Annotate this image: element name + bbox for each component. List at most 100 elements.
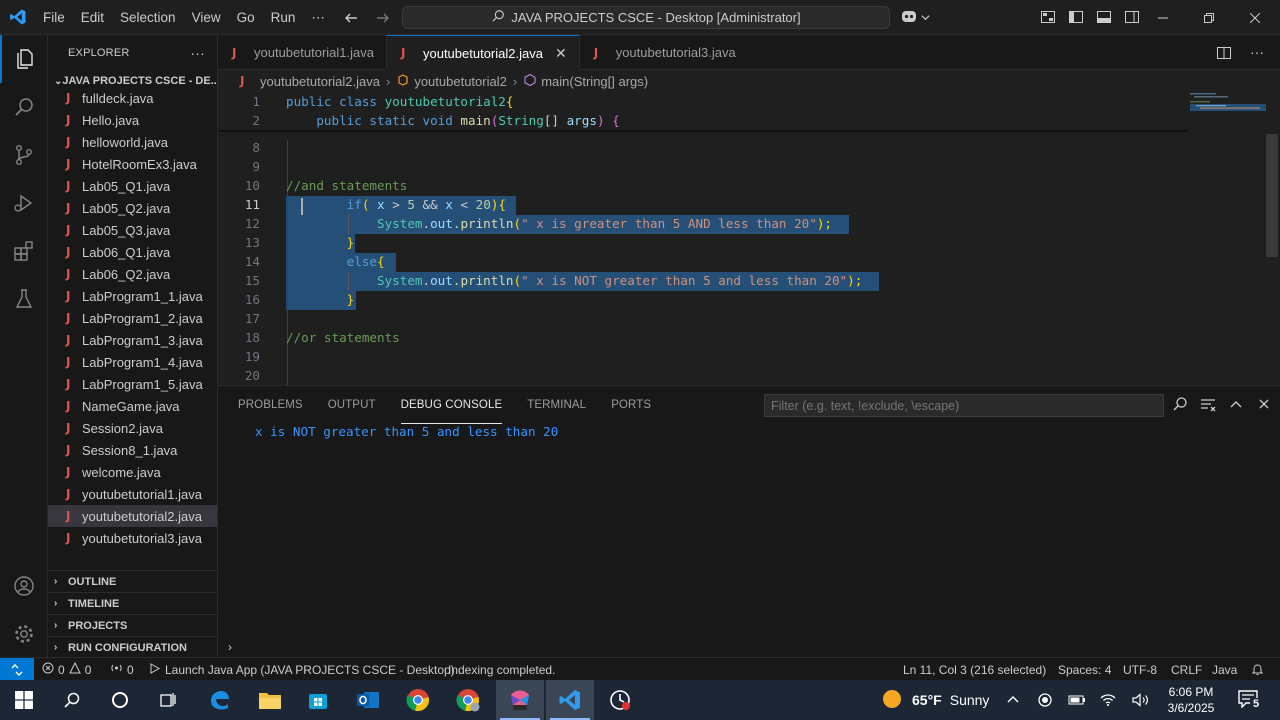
file-item[interactable]: Jwelcome.java (48, 461, 217, 483)
menu-selection[interactable]: Selection (112, 0, 184, 35)
system-clock[interactable]: 6:06 PM 3/6/2025 (1160, 684, 1222, 716)
indexing-status[interactable]: Indexing completed. (448, 658, 555, 681)
extensions-icon[interactable] (0, 227, 48, 275)
tab-ports[interactable]: PORTS (611, 386, 651, 424)
file-item[interactable]: J NameGame.java (48, 395, 217, 417)
tab-terminal[interactable]: TERMINAL (527, 386, 586, 424)
eol-status[interactable]: CRLF (1171, 658, 1202, 681)
tab-debug-console[interactable]: DEBUG CONSOLE (400, 386, 503, 424)
chrome-profile-icon[interactable] (444, 680, 492, 720)
file-item[interactable]: J LabProgram1_4.java (48, 351, 217, 373)
tab-youtubetutorial1[interactable]: J youtubetutorial1.java (218, 35, 387, 70)
file-item[interactable]: Jhelloworld.java (48, 131, 217, 153)
file-item[interactable]: Jyoutubetutorial1.java (48, 483, 217, 505)
battery-icon[interactable] (1068, 680, 1086, 720)
file-item[interactable]: J LabProgram1_2.java (48, 307, 217, 329)
outlook-icon[interactable] (344, 680, 392, 720)
console-filter-input[interactable] (764, 394, 1164, 417)
chrome-icon[interactable] (394, 680, 442, 720)
office-365-icon[interactable] (496, 680, 544, 720)
encoding-status[interactable]: UTF-8 (1123, 658, 1157, 681)
projects-section[interactable]: › PROJECTS (48, 614, 217, 636)
file-item[interactable]: Jyoutubetutorial3.java (48, 527, 217, 549)
store-app-icon[interactable] (294, 680, 342, 720)
file-item[interactable]: J Hello.java (48, 109, 217, 131)
file-item[interactable]: J HotelRoomEx3.java (48, 153, 217, 175)
file-item[interactable]: J LabProgram1_3.java (48, 329, 217, 351)
customize-layout-icon[interactable] (1040, 9, 1056, 28)
run-configuration-section[interactable]: › RUN CONFIGURATION (48, 636, 217, 657)
menu-edit[interactable]: Edit (73, 0, 112, 35)
timeline-section[interactable]: › TIMELINE (48, 592, 217, 614)
task-view-icon[interactable] (144, 680, 192, 720)
volume-icon[interactable] (1132, 680, 1150, 720)
menu-file[interactable]: File (35, 0, 73, 35)
file-item[interactable]: J Lab05_Q2.java (48, 197, 217, 219)
menu-more[interactable]: ⋯ (303, 0, 333, 35)
clear-console-icon[interactable] (1200, 396, 1216, 415)
file-item[interactable]: J LabProgram1_1.java (48, 285, 217, 307)
copilot-menu[interactable] (900, 8, 930, 27)
tab-youtubetutorial2[interactable]: J youtubetutorial2.java ✕ (386, 35, 580, 70)
file-item[interactable]: J Lab05_Q1.java (48, 175, 217, 197)
source-control-icon[interactable] (0, 131, 48, 179)
minimize-window-icon[interactable] (1140, 0, 1186, 35)
remote-indicator-icon[interactable] (0, 658, 34, 681)
windows-start-icon[interactable] (0, 680, 48, 720)
manage-gear-icon[interactable] (0, 610, 48, 658)
maximize-panel-icon[interactable] (1228, 396, 1244, 415)
indentation-status[interactable]: Spaces: 4 (1058, 658, 1111, 681)
restore-window-icon[interactable] (1186, 0, 1232, 35)
file-item[interactable]: J Lab06_Q2.java (48, 263, 217, 285)
breadcrumb-method[interactable]: main(String[] args) (541, 74, 648, 89)
file-item[interactable]: Jfulldeck.java (48, 87, 217, 109)
breadcrumb-class[interactable]: youtubetutorial2 (414, 74, 507, 89)
cortana-icon[interactable] (96, 680, 144, 720)
show-hidden-icons-chevron-icon[interactable] (1006, 680, 1020, 720)
close-window-icon[interactable] (1232, 0, 1278, 35)
file-item[interactable]: J Lab05_Q3.java (48, 219, 217, 241)
search-icon[interactable] (0, 83, 48, 131)
explorer-icon[interactable] (0, 35, 48, 83)
minimap[interactable] (1190, 92, 1266, 132)
tab-output[interactable]: OUTPUT (328, 386, 376, 424)
forward-arrow-icon[interactable] (372, 7, 394, 29)
edge-browser-icon[interactable] (196, 680, 244, 720)
close-panel-icon[interactable] (1256, 396, 1272, 415)
file-item[interactable]: J Session8_1.java (48, 439, 217, 461)
menu-view[interactable]: View (184, 0, 229, 35)
launch-config-status[interactable]: Launch Java App (JAVA PROJECTS CSCE - De… (148, 658, 455, 681)
file-item[interactable]: J Session2.java (48, 417, 217, 439)
tab-youtubetutorial3[interactable]: J youtubetutorial3.java (580, 35, 748, 70)
more-actions-icon[interactable]: ··· (190, 45, 205, 61)
toggle-panel-icon[interactable] (1096, 9, 1112, 28)
breadcrumb-file[interactable]: youtubetutorial2.java (260, 74, 380, 89)
tab-problems[interactable]: PROBLEMS (238, 386, 303, 424)
testing-flask-icon[interactable] (0, 275, 48, 323)
split-editor-icon[interactable] (1216, 45, 1232, 64)
screen-recorder-icon[interactable] (596, 680, 644, 720)
outline-section[interactable]: › OUTLINE (48, 570, 217, 592)
taskbar-search-icon[interactable] (48, 680, 96, 720)
code-editor[interactable]: 1 2 8 9 10 11 12 13 14 15 16 17 18 19 20… (218, 92, 1280, 385)
account-icon[interactable] (0, 562, 48, 610)
file-explorer-icon[interactable] (246, 680, 294, 720)
menu-run[interactable]: Run (263, 0, 304, 35)
vscode-taskbar-icon[interactable] (546, 680, 594, 720)
file-item[interactable]: J Lab06_Q1.java (48, 241, 217, 263)
search-icon[interactable] (1172, 396, 1188, 415)
vertical-scrollbar[interactable] (1266, 134, 1278, 257)
cursor-position[interactable]: Ln 11, Col 3 (216 selected) (903, 658, 1046, 681)
chevron-right-icon[interactable]: › (228, 640, 232, 654)
run-debug-icon[interactable] (0, 179, 48, 227)
toggle-secondary-sidebar-icon[interactable] (1124, 9, 1140, 28)
more-actions-icon[interactable]: ··· (1250, 45, 1264, 64)
menu-go[interactable]: Go (229, 0, 263, 35)
back-arrow-icon[interactable] (340, 7, 362, 29)
recording-indicator-icon[interactable] (1038, 680, 1052, 720)
notification-center[interactable]: 5 (1238, 680, 1262, 720)
close-icon[interactable]: ✕ (555, 45, 567, 62)
file-item[interactable]: Jyoutubetutorial2.java (48, 505, 217, 527)
notifications-bell-icon[interactable] (1251, 658, 1264, 681)
weather-widget[interactable]: 65°F Sunny (882, 680, 989, 720)
